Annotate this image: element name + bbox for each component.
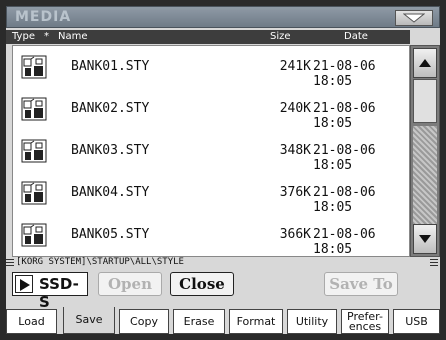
tab-preferences[interactable]: Prefer- ences <box>341 309 389 334</box>
file-date: 21-08-06 18:05 <box>313 59 376 89</box>
file-row[interactable]: BANK05.STY 366K 21-08-06 18:05 <box>13 214 411 257</box>
page-menu-button[interactable] <box>395 10 433 26</box>
tab-usb[interactable]: USB <box>393 309 440 334</box>
file-date: 21-08-06 18:05 <box>313 143 376 173</box>
drag-lines-icon <box>430 259 438 267</box>
col-size[interactable]: Size <box>270 31 291 42</box>
tab-format[interactable]: Format <box>229 309 283 334</box>
file-date: 21-08-06 18:05 <box>313 227 376 257</box>
tab-load[interactable]: Load <box>6 309 57 334</box>
scroll-track[interactable] <box>413 126 437 224</box>
col-date[interactable]: Date <box>344 31 368 42</box>
file-size: 366K <box>279 227 311 242</box>
col-type[interactable]: Type <box>12 31 35 42</box>
device-arrow-button[interactable] <box>15 275 33 293</box>
file-size: 348K <box>279 143 311 158</box>
file-size: 376K <box>279 185 311 200</box>
file-row[interactable]: BANK04.STY 376K 21-08-06 18:05 <box>13 172 411 215</box>
column-header: Type * Name Size Date <box>6 30 410 44</box>
style-file-icon <box>21 139 47 163</box>
file-name: BANK01.STY <box>71 59 150 74</box>
scroll-thumb[interactable] <box>413 79 437 123</box>
file-row[interactable]: BANK01.STY 241K 21-08-06 18:05 <box>13 46 411 89</box>
file-row[interactable]: BANK02.STY 240K 21-08-06 18:05 <box>13 88 411 131</box>
tab-erase[interactable]: Erase <box>173 309 225 334</box>
device-selector[interactable]: SSD-S <box>12 272 88 311</box>
file-date: 21-08-06 18:05 <box>313 185 376 215</box>
path-bar: [KORG SYSTEM]\STARTUP\ALL\STYLE <box>6 257 440 269</box>
scrollbar[interactable] <box>410 45 440 257</box>
style-file-icon <box>21 55 47 79</box>
tab-copy[interactable]: Copy <box>119 309 169 334</box>
sort-marker: * <box>44 31 49 42</box>
file-name: BANK05.STY <box>71 227 150 242</box>
file-name: BANK03.STY <box>71 143 150 158</box>
current-path: [KORG SYSTEM]\STARTUP\ALL\STYLE <box>16 257 184 267</box>
window-title: MEDIA <box>15 9 72 25</box>
style-file-icon <box>21 223 47 247</box>
scroll-up-button[interactable] <box>413 48 437 78</box>
device-label: SSD-S <box>39 275 79 311</box>
file-row[interactable]: BANK03.STY 348K 21-08-06 18:05 <box>13 130 411 173</box>
col-name[interactable]: Name <box>58 31 88 42</box>
media-window: MEDIA Type * Name Size Date BANK01.STY 24… <box>0 0 446 340</box>
save-to-button[interactable]: Save To <box>324 272 398 296</box>
chevron-down-icon <box>403 13 425 23</box>
file-list: BANK01.STY 241K 21-08-06 18:05 BANK02.STY 24… <box>12 45 410 257</box>
triangle-right-icon <box>20 279 30 291</box>
file-size: 240K <box>279 101 311 116</box>
arrow-up-icon <box>419 59 431 67</box>
open-button[interactable]: Open <box>98 272 162 296</box>
close-button[interactable]: Close <box>170 272 234 296</box>
tab-save[interactable]: Save <box>63 307 115 334</box>
drag-lines-icon <box>6 259 14 267</box>
file-name: BANK02.STY <box>71 101 150 116</box>
tab-utility[interactable]: Utility <box>287 309 337 334</box>
file-name: BANK04.STY <box>71 185 150 200</box>
style-file-icon <box>21 181 47 205</box>
style-file-icon <box>21 97 47 121</box>
file-date: 21-08-06 18:05 <box>313 101 376 131</box>
title-bar: MEDIA <box>6 6 440 28</box>
scroll-down-button[interactable] <box>413 224 437 254</box>
file-size: 241K <box>279 59 311 74</box>
arrow-down-icon <box>419 235 431 243</box>
tab-bar: Load Save Copy Erase Format Utility Prefer- en… <box>6 307 440 334</box>
